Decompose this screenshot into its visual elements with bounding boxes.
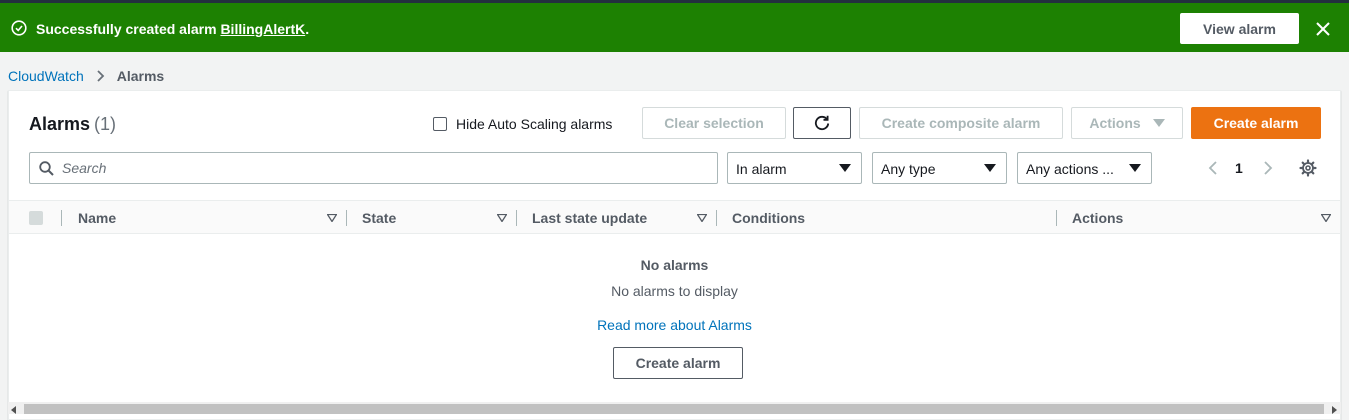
column-header-last-state-update[interactable]: Last state update — [532, 209, 647, 227]
column-divider — [1056, 210, 1057, 226]
empty-state-subtitle: No alarms to display — [611, 283, 738, 299]
sort-caret-icon[interactable] — [327, 214, 337, 222]
empty-create-alarm-button[interactable]: Create alarm — [613, 347, 743, 379]
scroll-left-arrow-icon[interactable] — [11, 406, 16, 414]
column-header-name[interactable]: Name — [78, 209, 116, 227]
breadcrumb: CloudWatch Alarms — [8, 67, 164, 85]
create-composite-alarm-button[interactable]: Create composite alarm — [859, 107, 1063, 139]
state-filter-value: In alarm — [736, 161, 787, 177]
flash-message: Successfully created alarm BillingAlertK… — [36, 20, 309, 38]
alarms-panel: Alarms (1) Hide Auto Scaling alarms Clear… — [8, 90, 1341, 420]
success-flash-banner: Successfully created alarm BillingAlertK… — [0, 3, 1349, 52]
page-number[interactable]: 1 — [1235, 160, 1243, 176]
type-filter-select[interactable]: Any type — [872, 152, 1007, 184]
page-title-text: Alarms — [29, 114, 91, 134]
check-circle-icon — [11, 20, 27, 36]
column-divider — [61, 210, 62, 226]
horizontal-scrollbar[interactable] — [8, 402, 1341, 414]
scrollbar-thumb[interactable] — [24, 404, 1324, 414]
column-header-conditions: Conditions — [732, 210, 806, 226]
scroll-right-arrow-icon[interactable] — [1332, 406, 1337, 414]
table-header: Name State Last state update Conditions … — [9, 200, 1340, 234]
caret-down-icon — [984, 164, 996, 172]
actions-filter-value: Any actions ... — [1026, 161, 1114, 177]
column-divider — [346, 210, 347, 226]
search-icon — [39, 161, 54, 176]
caret-down-icon — [839, 164, 851, 172]
refresh-button[interactable] — [793, 107, 851, 139]
chevron-right-icon — [97, 70, 105, 82]
breadcrumb-cloudwatch[interactable]: CloudWatch — [8, 68, 84, 84]
flash-message-prefix: Successfully created alarm — [36, 21, 221, 37]
refresh-icon — [814, 115, 830, 131]
actions-filter-select[interactable]: Any actions ... — [1017, 152, 1152, 184]
breadcrumb-current: Alarms — [116, 68, 165, 84]
view-alarm-button[interactable]: View alarm — [1180, 13, 1299, 44]
create-alarm-button[interactable]: Create alarm — [1191, 107, 1321, 139]
sort-caret-icon[interactable] — [1321, 214, 1331, 222]
flash-message-suffix: . — [305, 21, 310, 37]
state-filter-select[interactable]: In alarm — [727, 152, 862, 184]
search-field[interactable] — [29, 152, 718, 184]
settings-gear-icon[interactable] — [1299, 159, 1317, 177]
page-title: Alarms (1) — [29, 113, 116, 135]
actions-dropdown[interactable]: Actions — [1071, 107, 1183, 139]
caret-down-icon — [1152, 118, 1165, 127]
column-header-actions[interactable]: Actions — [1072, 209, 1123, 227]
read-more-alarms-link[interactable]: Read more about Alarms — [597, 317, 752, 333]
clear-selection-button[interactable]: Clear selection — [642, 107, 786, 139]
column-divider — [716, 210, 717, 226]
hide-autoscaling-label[interactable]: Hide Auto Scaling alarms — [456, 115, 612, 133]
column-header-state[interactable]: State — [362, 209, 396, 227]
sort-caret-icon[interactable] — [497, 214, 507, 222]
column-divider — [516, 210, 517, 226]
select-all-checkbox[interactable] — [29, 211, 43, 225]
actions-dropdown-label: Actions — [1089, 115, 1141, 131]
type-filter-value: Any type — [881, 161, 936, 177]
chevron-right-icon[interactable] — [1262, 160, 1274, 176]
sort-caret-icon[interactable] — [697, 214, 707, 222]
search-input[interactable] — [62, 155, 702, 181]
caret-down-icon — [1129, 164, 1141, 172]
chevron-left-icon[interactable] — [1207, 160, 1219, 176]
alarm-count: (1) — [94, 114, 117, 134]
close-icon[interactable] — [1315, 21, 1331, 37]
empty-state-link-row: Read more about Alarms — [9, 316, 1340, 334]
alarm-link[interactable]: BillingAlertK — [220, 21, 305, 37]
hide-autoscaling-checkbox[interactable] — [433, 117, 447, 131]
empty-state-title: No alarms — [640, 257, 709, 273]
